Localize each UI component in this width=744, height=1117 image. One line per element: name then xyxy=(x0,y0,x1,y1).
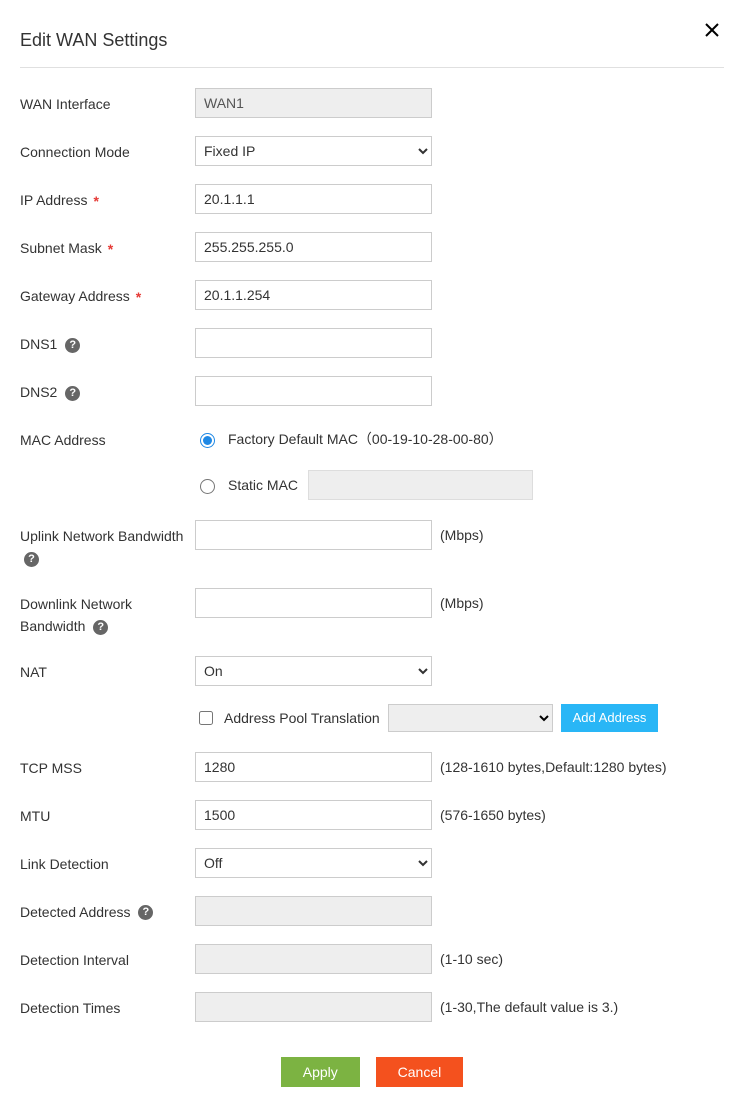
label-downlink: Downlink Network Bandwidth ? xyxy=(20,588,195,638)
row-mtu: MTU (576-1650 bytes) xyxy=(20,800,724,830)
row-detection-interval: Detection Interval (1-10 sec) xyxy=(20,944,724,974)
row-tcp-mss: TCP MSS (128-1610 bytes,Default:1280 byt… xyxy=(20,752,724,782)
dns2-input[interactable] xyxy=(195,376,432,406)
detection-times-hint: (1-30,The default value is 3.) xyxy=(440,999,618,1015)
tcp-mss-input[interactable] xyxy=(195,752,432,782)
mtu-input[interactable] xyxy=(195,800,432,830)
row-mac-address: MAC Address Factory Default MAC（00-19-10… xyxy=(20,424,724,500)
apply-button[interactable]: Apply xyxy=(281,1057,360,1087)
help-icon[interactable]: ? xyxy=(24,552,39,567)
label-detection-times: Detection Times xyxy=(20,992,195,1019)
detection-interval-input xyxy=(195,944,432,974)
gateway-address-input[interactable] xyxy=(195,280,432,310)
label-link-detection: Link Detection xyxy=(20,848,195,875)
row-dns2: DNS2 ? xyxy=(20,376,724,406)
pool-label: Address Pool Translation xyxy=(224,710,380,726)
row-subnet-mask: Subnet Mask* xyxy=(20,232,724,262)
cancel-button[interactable]: Cancel xyxy=(376,1057,464,1087)
add-address-button[interactable]: Add Address xyxy=(561,704,659,732)
dialog-footer: Apply Cancel xyxy=(20,1057,724,1087)
divider xyxy=(20,67,724,68)
label-ip-address: IP Address* xyxy=(20,184,195,212)
factory-mac-option[interactable]: Factory Default MAC（00-19-10-28-00-80） xyxy=(195,424,503,454)
help-icon[interactable]: ? xyxy=(93,620,108,635)
row-downlink: Downlink Network Bandwidth ? (Mbps) xyxy=(20,588,724,638)
label-gateway-address: Gateway Address* xyxy=(20,280,195,308)
label-nat: NAT xyxy=(20,656,195,683)
row-pool: Address Pool Translation Add Address xyxy=(20,704,724,734)
row-detection-times: Detection Times (1-30,The default value … xyxy=(20,992,724,1022)
row-nat: NAT On xyxy=(20,656,724,686)
label-subnet-mask: Subnet Mask* xyxy=(20,232,195,260)
uplink-unit: (Mbps) xyxy=(440,527,484,543)
ip-address-input[interactable] xyxy=(195,184,432,214)
label-detection-interval: Detection Interval xyxy=(20,944,195,971)
uplink-input[interactable] xyxy=(195,520,432,550)
nat-select[interactable]: On xyxy=(195,656,432,686)
help-icon[interactable]: ? xyxy=(138,905,153,920)
link-detection-select[interactable]: Off xyxy=(195,848,432,878)
row-wan-interface: WAN Interface xyxy=(20,88,724,118)
label-dns2: DNS2 ? xyxy=(20,376,195,403)
wan-interface-input xyxy=(195,88,432,118)
factory-mac-label: Factory Default MAC（00-19-10-28-00-80） xyxy=(228,429,503,449)
label-mac-address: MAC Address xyxy=(20,424,195,451)
pool-select[interactable] xyxy=(388,704,553,732)
connection-mode-select[interactable]: Fixed IP xyxy=(195,136,432,166)
subnet-mask-input[interactable] xyxy=(195,232,432,262)
label-tcp-mss: TCP MSS xyxy=(20,752,195,779)
label-wan-interface: WAN Interface xyxy=(20,88,195,115)
label-detected-address: Detected Address ? xyxy=(20,896,195,923)
label-connection-mode: Connection Mode xyxy=(20,136,195,163)
static-mac-option[interactable]: Static MAC xyxy=(195,470,533,500)
row-gateway-address: Gateway Address* xyxy=(20,280,724,310)
help-icon[interactable]: ? xyxy=(65,386,80,401)
downlink-input[interactable] xyxy=(195,588,432,618)
row-detected-address: Detected Address ? xyxy=(20,896,724,926)
row-connection-mode: Connection Mode Fixed IP xyxy=(20,136,724,166)
pool-checkbox[interactable] xyxy=(199,711,213,725)
detection-times-input xyxy=(195,992,432,1022)
label-mtu: MTU xyxy=(20,800,195,827)
row-ip-address: IP Address* xyxy=(20,184,724,214)
row-uplink: Uplink Network Bandwidth ? (Mbps) xyxy=(20,520,724,570)
help-icon[interactable]: ? xyxy=(65,338,80,353)
close-icon[interactable] xyxy=(704,22,722,40)
tcp-mss-hint: (128-1610 bytes,Default:1280 bytes) xyxy=(440,759,666,775)
mtu-hint: (576-1650 bytes) xyxy=(440,807,546,823)
dialog-title: Edit WAN Settings xyxy=(20,30,724,51)
factory-mac-radio[interactable] xyxy=(200,433,215,448)
label-uplink: Uplink Network Bandwidth ? xyxy=(20,520,195,570)
static-mac-input xyxy=(308,470,533,500)
row-dns1: DNS1 ? xyxy=(20,328,724,358)
dns1-input[interactable] xyxy=(195,328,432,358)
edit-wan-settings-dialog: Edit WAN Settings WAN Interface Connecti… xyxy=(0,0,744,1117)
label-dns1: DNS1 ? xyxy=(20,328,195,355)
static-mac-label: Static MAC xyxy=(228,477,298,493)
detected-address-input xyxy=(195,896,432,926)
static-mac-radio[interactable] xyxy=(200,479,215,494)
row-link-detection: Link Detection Off xyxy=(20,848,724,878)
detection-interval-hint: (1-10 sec) xyxy=(440,951,503,967)
downlink-unit: (Mbps) xyxy=(440,595,484,611)
